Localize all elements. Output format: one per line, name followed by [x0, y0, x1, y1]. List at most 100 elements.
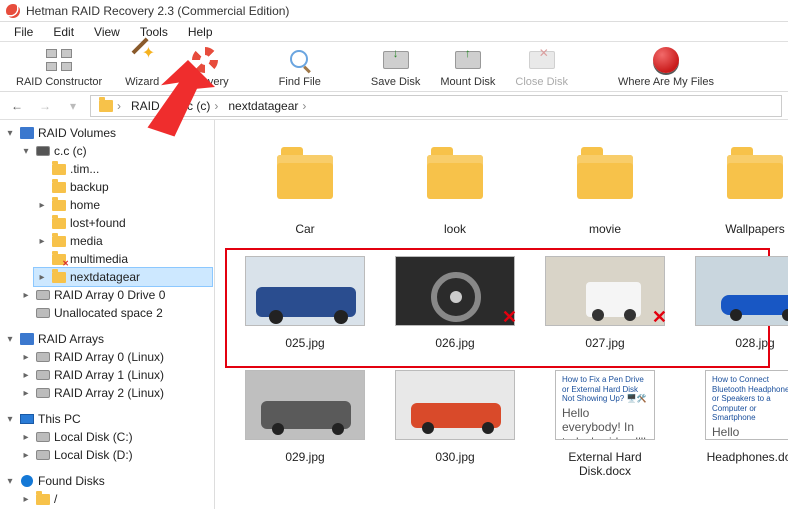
tree-multimedia-label: multimedia: [70, 252, 128, 266]
folder-icon: [52, 218, 66, 229]
tree-tim[interactable]: .tim...: [34, 160, 212, 178]
tree-backup-label: backup: [70, 180, 109, 194]
folder-wallpapers-label: Wallpapers: [725, 222, 785, 236]
nav-dropdown[interactable]: ▾: [62, 95, 84, 117]
recovery-button[interactable]: Recovery: [172, 46, 238, 88]
tree-raid-volumes[interactable]: ▾RAID Volumes: [2, 124, 212, 142]
file-028-label: 028.jpg: [735, 336, 774, 350]
tree-nextdatagear[interactable]: ▸nextdatagear: [34, 268, 212, 286]
folder-car[interactable]: Car: [245, 142, 365, 236]
pc-icon: [20, 414, 34, 424]
file-030[interactable]: 030.jpg: [395, 370, 515, 478]
file-026-label: 026.jpg: [435, 336, 474, 350]
tree-tim-label: .tim...: [70, 162, 99, 176]
raid-constructor-button[interactable]: RAID Constructor: [6, 46, 112, 88]
tree-panel[interactable]: ▾RAID Volumes ▾c.c (c) .tim... backup ▸h…: [0, 120, 215, 509]
grid-row-folders: Car look movie Wallpapers: [225, 132, 778, 246]
where-button[interactable]: Where Are My Files: [608, 46, 724, 88]
folder-icon: [277, 155, 333, 199]
tree-raid-arrays-label: RAID Arrays: [38, 332, 104, 346]
folder-icon: [727, 155, 783, 199]
find-file-button[interactable]: Find File: [269, 46, 331, 88]
tree-found-disks[interactable]: ▾Found Disks: [2, 472, 212, 490]
save-disk-icon: ↓: [382, 46, 410, 74]
save-disk-label: Save Disk: [371, 76, 421, 88]
file-ext-hd-label: External Hard Disk.docx: [545, 450, 665, 478]
tree-unalloc[interactable]: Unallocated space 2: [18, 304, 212, 322]
file-026[interactable]: ✕026.jpg: [395, 256, 515, 350]
tree-raid-arrays[interactable]: ▾RAID Arrays: [2, 330, 212, 348]
tree-slash[interactable]: ▸/: [18, 490, 212, 508]
document-thumbnail: How to Connect Bluetooth Headphones or S…: [705, 370, 788, 440]
tree-this-pc-label: This PC: [38, 412, 81, 426]
window-titlebar: Hetman RAID Recovery 2.3 (Commercial Edi…: [0, 0, 788, 22]
folder-icon: [52, 236, 66, 247]
tree-array0d0[interactable]: ▸RAID Array 0 Drive 0: [18, 286, 212, 304]
menu-tools[interactable]: Tools: [130, 23, 178, 41]
tree-media-label: media: [70, 234, 103, 248]
tree-ra0[interactable]: ▸RAID Array 0 (Linux): [18, 348, 212, 366]
document-thumbnail: How to Fix a Pen Drive or External Hard …: [555, 370, 655, 440]
file-ext-hd-docx[interactable]: How to Fix a Pen Drive or External Hard …: [545, 370, 665, 478]
folder-icon: [427, 155, 483, 199]
breadcrumb-seg2-label: nextdatagear: [228, 99, 298, 113]
folder-movie[interactable]: movie: [545, 142, 665, 236]
raid-volumes-icon: [20, 127, 34, 139]
drive-icon: [36, 290, 50, 300]
tree-ra1[interactable]: ▸RAID Array 1 (Linux): [18, 366, 212, 384]
mount-disk-label: Mount Disk: [440, 76, 495, 88]
breadcrumb-seg1[interactable]: c.c (c)›: [174, 99, 223, 113]
tree-media[interactable]: ▸media: [34, 232, 212, 250]
folder-car-label: Car: [295, 222, 314, 236]
breadcrumb-seg0[interactable]: RAID›: [127, 99, 172, 113]
tree-cc[interactable]: ▾c.c (c): [18, 142, 212, 160]
file-029[interactable]: 029.jpg: [245, 370, 365, 478]
mount-disk-icon: ↑: [454, 46, 482, 74]
breadcrumb-root[interactable]: ›: [95, 99, 125, 113]
tree-unalloc-label: Unallocated space 2: [54, 306, 163, 320]
app-icon: [6, 4, 20, 18]
drive-icon: [36, 146, 50, 156]
tree-this-pc[interactable]: ▾This PC: [2, 410, 212, 428]
file-025[interactable]: 025.jpg: [245, 256, 365, 350]
recovery-icon: [191, 46, 219, 74]
file-grid[interactable]: Car look movie Wallpapers 025.jpg ✕026.j…: [215, 120, 788, 509]
close-disk-icon: ✕: [528, 46, 556, 74]
find-file-label: Find File: [279, 76, 321, 88]
window-title: Hetman RAID Recovery 2.3 (Commercial Edi…: [26, 4, 289, 18]
tree-local-c[interactable]: ▸Local Disk (C:): [18, 428, 212, 446]
nav-forward-button[interactable]: →: [34, 95, 56, 117]
file-027[interactable]: ✕027.jpg: [545, 256, 665, 350]
drive-icon: [36, 352, 50, 362]
file-headphones-docx[interactable]: How to Connect Bluetooth Headphones or S…: [695, 370, 788, 478]
mount-disk-button[interactable]: ↑ Mount Disk: [430, 46, 505, 88]
tree-home[interactable]: ▸home: [34, 196, 212, 214]
breadcrumb[interactable]: › RAID› c.c (c)› nextdatagear›: [90, 95, 782, 117]
folder-movie-label: movie: [589, 222, 621, 236]
menu-help[interactable]: Help: [178, 23, 223, 41]
menu-edit[interactable]: Edit: [43, 23, 84, 41]
deleted-marker-icon: ✕: [652, 307, 667, 328]
menu-file[interactable]: File: [4, 23, 43, 41]
wizard-button[interactable]: Wizard: [112, 46, 172, 88]
breadcrumb-seg2[interactable]: nextdatagear›: [224, 99, 310, 113]
save-disk-button[interactable]: ↓ Save Disk: [361, 46, 431, 88]
tree-ra1-label: RAID Array 1 (Linux): [54, 368, 164, 382]
folder-look[interactable]: look: [395, 142, 515, 236]
folder-look-label: look: [444, 222, 466, 236]
close-disk-button[interactable]: ✕ Close Disk: [505, 46, 578, 88]
tree-ra2-label: RAID Array 2 (Linux): [54, 386, 164, 400]
tree-multimedia[interactable]: multimedia: [34, 250, 212, 268]
tree-local-d-label: Local Disk (D:): [54, 448, 133, 462]
menu-view[interactable]: View: [84, 23, 130, 41]
nav-back-button[interactable]: ←: [6, 95, 28, 117]
tree-local-d[interactable]: ▸Local Disk (D:): [18, 446, 212, 464]
tree-lostfound[interactable]: lost+found: [34, 214, 212, 232]
folder-wallpapers[interactable]: Wallpapers: [695, 142, 788, 236]
tree-ra2[interactable]: ▸RAID Array 2 (Linux): [18, 384, 212, 402]
doc-preview-body: Hello everybody! In: [712, 425, 788, 440]
doc-preview-title: How to Fix a Pen Drive or External Hard …: [562, 375, 648, 404]
file-028[interactable]: ✕028.jpg: [695, 256, 788, 350]
image-thumbnail: [695, 256, 788, 326]
tree-backup[interactable]: backup: [34, 178, 212, 196]
